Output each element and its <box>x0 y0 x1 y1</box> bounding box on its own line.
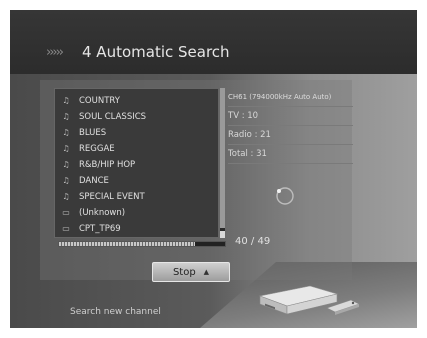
title-bar: ››››› 4 Automatic Search <box>10 10 417 74</box>
page-title: 4 Automatic Search <box>82 43 230 61</box>
total-count: Total : 31 <box>228 145 353 164</box>
list-item-label: CPT_TP69 <box>79 223 121 234</box>
list-item-label: REGGAE <box>79 143 115 154</box>
title-arrows-icon: ››››› <box>46 45 64 60</box>
music-note-icon: ♫ <box>62 112 70 121</box>
search-info: CH61 (794000kHz Auto Auto) TV : 10 Radio… <box>228 88 353 164</box>
tv-icon: ▭ <box>62 224 70 233</box>
channel-list[interactable]: ♫ COUNTRY ♫ SOUL CLASSICS ♫ BLUES ♫ REGG… <box>54 88 219 238</box>
tv-screen: ››››› 4 Automatic Search ♫ COUNTRY ♫ SOU… <box>10 10 417 328</box>
list-item-label: DANCE <box>79 175 109 186</box>
list-item-label: SPECIAL EVENT <box>79 191 145 202</box>
list-item[interactable]: ♫ REGGAE <box>61 141 115 156</box>
scrollbar-thumb[interactable] <box>220 88 225 228</box>
status-hint: Search new channel <box>70 307 161 317</box>
music-note-icon: ♫ <box>62 176 70 185</box>
progress-fill <box>59 242 195 246</box>
music-note-icon: ♫ <box>62 160 70 169</box>
list-item[interactable]: ♫ COUNTRY <box>61 93 120 108</box>
tv-icon: ▭ <box>62 208 70 217</box>
list-item-label: SOUL CLASSICS <box>79 111 147 122</box>
loading-spinner-icon <box>276 187 294 205</box>
set-top-box-illustration-icon <box>258 285 360 315</box>
search-progress-bar <box>58 241 226 247</box>
list-item-label: BLUES <box>79 127 107 138</box>
list-item-label: (Unknown) <box>79 207 126 218</box>
music-note-icon: ♫ <box>62 96 70 105</box>
list-item[interactable]: ▭ (Unknown) <box>61 205 125 220</box>
list-item[interactable]: ♫ SPECIAL EVENT <box>61 189 145 204</box>
list-item[interactable]: ♫ BLUES <box>61 125 106 140</box>
list-item-label: R&B/HIP HOP <box>79 159 136 170</box>
stop-button[interactable]: Stop ▲ <box>152 262 230 282</box>
progress-count: 40 / 49 <box>235 236 271 247</box>
list-item[interactable]: ▭ CPT_TP69 <box>61 221 121 236</box>
scrollbar-end <box>220 231 225 238</box>
current-channel: CH61 (794000kHz Auto Auto) <box>228 88 353 107</box>
radio-count: Radio : 21 <box>228 126 353 145</box>
list-item[interactable]: ♫ R&B/HIP HOP <box>61 157 135 172</box>
list-item[interactable]: ♫ DANCE <box>61 173 109 188</box>
music-note-icon: ♫ <box>62 128 70 137</box>
music-note-icon: ♫ <box>62 144 70 153</box>
list-scrollbar[interactable] <box>220 88 225 238</box>
list-item[interactable]: ♫ SOUL CLASSICS <box>61 109 146 124</box>
list-item-label: COUNTRY <box>79 95 120 106</box>
tv-count: TV : 10 <box>228 107 353 126</box>
stop-button-label: Stop <box>172 266 196 278</box>
music-note-icon: ♫ <box>62 192 70 201</box>
remote-button-icon: ▲ <box>203 268 210 276</box>
